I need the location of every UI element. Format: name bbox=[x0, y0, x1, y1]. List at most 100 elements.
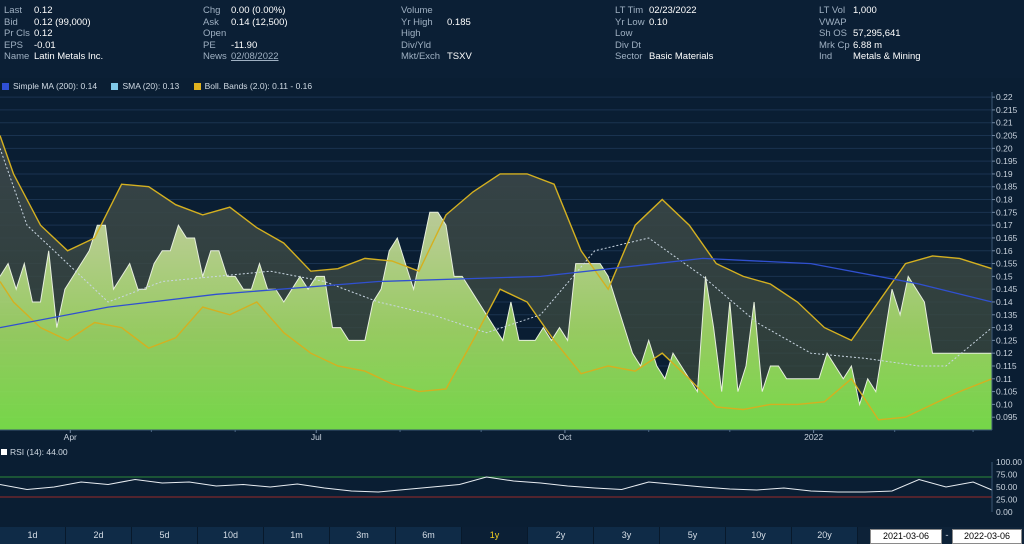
quote-field-lt-tim: LT Tim 02/23/2022 bbox=[615, 5, 713, 17]
legend-swatch bbox=[111, 83, 119, 90]
period-button-10y[interactable]: 10y bbox=[726, 527, 792, 544]
period-button-20y[interactable]: 20y bbox=[792, 527, 858, 544]
quote-field-news: News 02/08/2022 bbox=[203, 51, 288, 63]
quote-value: TSXV bbox=[447, 51, 472, 62]
period-button-1y[interactable]: 1y bbox=[462, 527, 528, 544]
period-button-2y[interactable]: 2y bbox=[528, 527, 594, 544]
quote-value: -0.01 bbox=[34, 39, 56, 51]
quote-field-mrk-cp: Mrk Cp 6.88 m bbox=[819, 40, 921, 52]
quote-label: Open bbox=[203, 28, 227, 39]
quote-value: 0.10 bbox=[649, 16, 668, 28]
y-tick-label: 0.125 bbox=[996, 335, 1018, 345]
quote-field-pe: PE -11.90 bbox=[203, 40, 288, 52]
y-tick-label: 0.105 bbox=[996, 387, 1018, 397]
quote-label: VWAP bbox=[819, 16, 847, 28]
rsi-tick-label: 0.00 bbox=[996, 507, 1013, 517]
quote-label: EPS bbox=[4, 39, 24, 51]
rsi-swatch bbox=[1, 449, 7, 455]
quote-value: 0.00 (0.00%) bbox=[231, 5, 286, 16]
quote-value: 0.14 (12,500) bbox=[231, 16, 288, 28]
quote-field-chg: Chg 0.00 (0.00%) bbox=[203, 5, 288, 17]
quote-field-lt-vol: LT Vol 1,000 bbox=[819, 5, 921, 17]
quote-field-div-dt: Div Dt bbox=[615, 40, 713, 52]
period-selector: 1d 2d 5d 10d 1m 3m 6m 1y 2y 3y 5y 10y 20y 2021-03-06-… bbox=[0, 527, 1024, 544]
y-tick-label: 0.115 bbox=[996, 361, 1017, 371]
quote-field-ind: Ind Metals & Mining bbox=[819, 51, 921, 63]
quote-value: Basic Materials bbox=[649, 51, 714, 62]
quote-column-5: LT Vol 1,000 VWAP Sh OS 57,295,641 Mrk Cp 6.88… bbox=[819, 5, 921, 63]
y-tick-label: 0.15 bbox=[996, 271, 1013, 281]
quote-value: 1,000 bbox=[853, 5, 877, 16]
quote-label: LT Vol bbox=[819, 5, 846, 16]
y-tick-label: 0.20 bbox=[996, 143, 1013, 153]
quote-field-vwap: VWAP bbox=[819, 17, 921, 29]
period-button-3m[interactable]: 3m bbox=[330, 527, 396, 544]
quote-value: 0.12 bbox=[34, 28, 53, 39]
y-tick-label: 0.205 bbox=[996, 131, 1018, 141]
rsi-tick-label: 100.00 bbox=[996, 457, 1022, 467]
quote-field-volume: Volume bbox=[401, 5, 472, 17]
period-button-5d[interactable]: 5d bbox=[132, 527, 198, 544]
quote-value: 0.185 bbox=[447, 16, 471, 28]
rsi-background bbox=[0, 462, 992, 512]
y-tick-label: 0.21 bbox=[996, 118, 1013, 128]
legend-swatch bbox=[2, 83, 9, 90]
quote-field-yr-low: Yr Low 0.10 bbox=[615, 17, 713, 29]
quote-label: Sector bbox=[615, 51, 643, 62]
y-tick-label: 0.19 bbox=[996, 169, 1013, 179]
y-tick-label: 0.13 bbox=[996, 323, 1013, 333]
y-tick-label: 0.145 bbox=[996, 284, 1018, 294]
quote-field-high: High bbox=[401, 28, 472, 40]
quote-label: Ind bbox=[819, 51, 833, 62]
end-date-input[interactable]: 2022-03-06 bbox=[952, 529, 1022, 544]
legend-swatch bbox=[193, 83, 201, 90]
period-button-1m[interactable]: 1m bbox=[264, 527, 330, 544]
quote-value: Latin Metals Inc. bbox=[34, 51, 104, 62]
y-tick-label: 0.215 bbox=[996, 105, 1018, 115]
y-tick-label: 0.185 bbox=[996, 182, 1018, 192]
x-tick-label: 2022 bbox=[804, 432, 823, 442]
rsi-chart[interactable]: 100.00 75.00 50.00 25.00 0.00 bbox=[0, 456, 1024, 518]
quote-label: Last bbox=[4, 5, 22, 16]
rsi-tick-label: 25.00 bbox=[996, 495, 1018, 505]
price-chart[interactable]: 0.22 0.215 0.21 0.205 0.20 0.195 0.19 0.185 0.18… bbox=[0, 90, 1024, 442]
start-date-input[interactable]: 2021-03-06 bbox=[870, 529, 942, 544]
quote-field-ask: Ask 0.14 (12,500) bbox=[203, 17, 288, 29]
quote-label: PE bbox=[203, 39, 216, 51]
quote-field-sector: Sector Basic Materials bbox=[615, 51, 713, 63]
y-tick-label: 0.11 bbox=[996, 374, 1012, 384]
news-link[interactable]: 02/08/2022 bbox=[231, 51, 279, 62]
y-tick-label: 0.18 bbox=[996, 195, 1013, 205]
y-tick-label: 0.12 bbox=[996, 348, 1013, 358]
period-button-5y[interactable]: 5y bbox=[660, 527, 726, 544]
quote-label: High bbox=[401, 28, 421, 39]
quote-label: News bbox=[203, 51, 227, 62]
quote-field-open: Open bbox=[203, 28, 288, 40]
quote-header: Last 0.12 Bid 0.12 (99,000) Pr Cls 0.12 EPS -0.… bbox=[0, 0, 1024, 78]
quote-field-pr-cls: Pr Cls 0.12 bbox=[4, 28, 103, 40]
rsi-tick-label: 50.00 bbox=[996, 482, 1018, 492]
quote-value: 0.12 (99,000) bbox=[34, 16, 91, 28]
quote-field-name: Name Latin Metals Inc. bbox=[4, 51, 103, 63]
quote-label: Chg bbox=[203, 5, 221, 16]
period-button-6m[interactable]: 6m bbox=[396, 527, 462, 544]
period-button-3y[interactable]: 3y bbox=[594, 527, 660, 544]
quote-label: Yr High bbox=[401, 16, 433, 28]
y-tick-label: 0.195 bbox=[996, 156, 1018, 166]
period-button-1d[interactable]: 1d bbox=[0, 527, 66, 544]
quote-label: Ask bbox=[203, 16, 219, 28]
quote-label: Name bbox=[4, 51, 30, 62]
quote-value: -11.90 bbox=[231, 39, 258, 51]
quote-column-2: Chg 0.00 (0.00%) Ask 0.14 (12,500) Open PE -11… bbox=[203, 5, 288, 63]
quote-field-low: Low bbox=[615, 28, 713, 40]
y-tick-label: 0.135 bbox=[996, 310, 1018, 320]
period-button-10d[interactable]: 10d bbox=[198, 527, 264, 544]
quote-label: LT Tim bbox=[615, 5, 644, 16]
x-tick-label: Apr bbox=[64, 432, 77, 442]
quote-label: Volume bbox=[401, 5, 433, 16]
period-button-2d[interactable]: 2d bbox=[66, 527, 132, 544]
quote-value: 0.12 bbox=[34, 5, 53, 16]
quote-label: Yr Low bbox=[615, 16, 645, 28]
y-tick-label: 0.17 bbox=[996, 220, 1013, 230]
quote-value: 02/23/2022 bbox=[649, 5, 697, 16]
